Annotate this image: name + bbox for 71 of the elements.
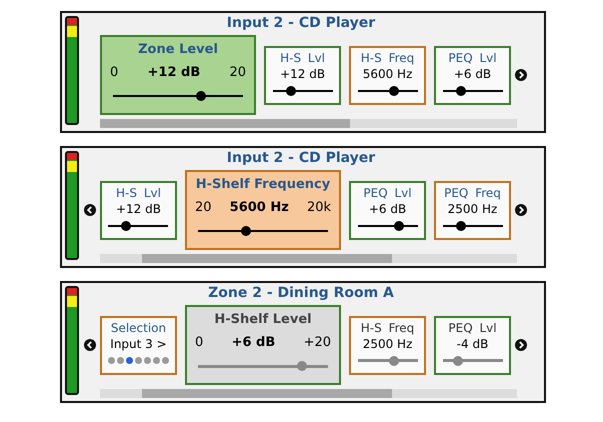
card-title: PEQ Lvl — [448, 50, 497, 66]
card-title: H-Shelf Level — [214, 311, 312, 329]
value-label: +6 dB — [232, 334, 276, 352]
scrollbar[interactable] — [100, 389, 517, 398]
control-card[interactable]: PEQ Freq 2500 Hz — [434, 180, 511, 240]
value-label: +6 dB — [368, 200, 406, 218]
slider-thumb[interactable] — [196, 91, 206, 101]
value-label: 2500 Hz — [362, 336, 412, 352]
scrollbar-thumb[interactable] — [142, 254, 392, 263]
scroll-right-icon[interactable] — [515, 204, 527, 216]
scrollbar[interactable] — [100, 119, 517, 128]
scroll-left-icon[interactable] — [84, 204, 96, 216]
scrollbar[interactable] — [100, 254, 517, 263]
control-card[interactable]: Selection Input 3 > — [100, 316, 177, 374]
max-label: 20 — [230, 64, 246, 82]
card-title: H-S Lvl — [116, 184, 161, 200]
max-label: +20 — [304, 334, 332, 352]
scrollbar-thumb[interactable] — [100, 119, 350, 128]
value-label: +12 dB — [280, 66, 326, 82]
value-label: +6 dB — [454, 66, 492, 82]
page-dot[interactable] — [108, 356, 115, 364]
card-title: H-S Freq — [360, 320, 414, 336]
slider-thumb[interactable] — [388, 86, 399, 96]
slider-thumb[interactable] — [394, 220, 404, 230]
page-dot[interactable] — [116, 356, 124, 364]
slider-thumb[interactable] — [286, 86, 296, 96]
control-card[interactable]: H-S Lvl +12 dB — [264, 46, 342, 104]
card-title: PEQ Lvl — [448, 320, 497, 336]
value-label: 5600 Hz — [362, 66, 412, 82]
card-title: PEQ Freq — [444, 184, 501, 200]
scroll-right-icon[interactable] — [515, 339, 527, 351]
value-label: -4 dB — [456, 336, 488, 352]
page-dot[interactable] — [126, 356, 133, 364]
control-card[interactable]: H-Shelf Frequency 20 5600 Hz 20k — [184, 170, 342, 250]
card-title: H-S Lvl — [280, 50, 326, 66]
max-label: 20k — [306, 199, 332, 217]
scrollbar-thumb[interactable] — [142, 389, 392, 398]
control-card[interactable]: H-S Freq 5600 Hz — [349, 46, 426, 104]
card-title: PEQ Lvl — [363, 184, 412, 200]
panel-title: Input 2 - CD Player — [226, 14, 376, 33]
value-label: 2500 Hz — [448, 200, 498, 218]
min-label: 20 — [194, 199, 212, 217]
min-label: 0 — [194, 334, 204, 352]
panel-title: Zone 2 - Dining Room A — [207, 284, 395, 303]
card-title: H-S Freq — [360, 50, 414, 66]
control-card[interactable]: PEQ Lvl +6 dB — [349, 180, 426, 240]
page-dot[interactable] — [134, 356, 142, 364]
scroll-right-icon[interactable] — [515, 69, 527, 81]
page-dot[interactable] — [162, 356, 169, 364]
page-dot[interactable] — [152, 356, 160, 364]
panel-title: Input 2 - CD Player — [226, 149, 376, 168]
control-card[interactable]: Zone Level 0 +12 dB 20 — [100, 35, 256, 115]
control-card[interactable]: H-S Lvl +12 dB — [100, 180, 177, 240]
value-label: +12 dB — [116, 200, 161, 218]
scroll-left-icon[interactable] — [84, 339, 96, 351]
level-meter-icon — [64, 16, 80, 126]
level-meter-icon — [64, 151, 80, 261]
level-meter-icon — [64, 286, 80, 396]
control-card[interactable]: PEQ Lvl +6 dB — [434, 46, 511, 104]
value-label: +12 dB — [148, 64, 200, 82]
slider-thumb[interactable] — [241, 226, 252, 236]
slider-thumb[interactable] — [456, 86, 466, 96]
card-title: Selection — [110, 320, 166, 336]
page-dot[interactable] — [144, 356, 151, 364]
slider-thumb[interactable] — [120, 220, 131, 230]
slider-thumb[interactable] — [456, 220, 466, 230]
selection-value: Input 3 > — [110, 336, 167, 352]
min-label: 0 — [110, 64, 118, 82]
card-title: H-Shelf Frequency — [196, 176, 330, 194]
card-title: Zone Level — [138, 41, 218, 59]
value-label: 5600 Hz — [230, 199, 289, 217]
